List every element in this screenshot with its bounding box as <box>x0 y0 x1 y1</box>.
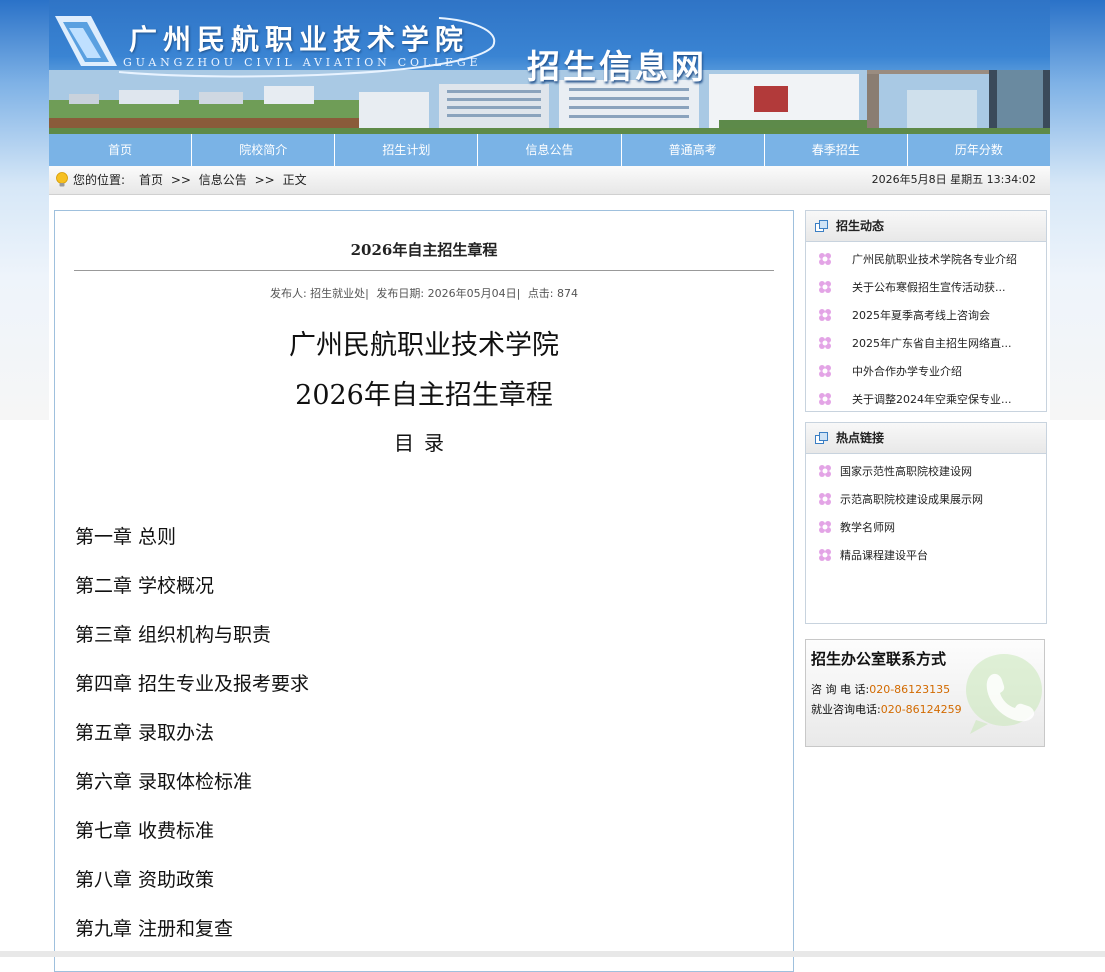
nav-announcements[interactable]: 信息公告 <box>478 134 622 166</box>
news-list: 广州民航职业技术学院各专业介绍 关于公布寒假招生宣传活动获... 2025年夏季… <box>806 242 1046 414</box>
breadcrumb-current: 正文 <box>282 173 307 187</box>
hot-link[interactable]: 教学名师网 <box>840 514 895 542</box>
flower-icon <box>819 253 831 265</box>
news-link[interactable]: 2025年夏季高考线上咨询会 <box>852 302 1038 330</box>
chapter-list: 第一章 总则 第二章 学校概况 第三章 组织机构与职责 第四章 招生专业及报考要… <box>75 522 775 963</box>
article-publisher: 发布人: 招生就业处| <box>269 287 369 300</box>
nav-spring-enrollment[interactable]: 春季招生 <box>765 134 908 166</box>
hot-link-item[interactable]: 教学名师网 <box>806 514 1046 542</box>
article-date: 发布日期: 2026年05月04日| <box>376 287 521 300</box>
chapter-item: 第二章 学校概况 <box>75 575 215 597</box>
news-link[interactable]: 广州民航职业技术学院各专业介绍 <box>852 246 1038 274</box>
news-header: 招生动态 <box>806 211 1046 242</box>
nav-past-scores[interactable]: 历年分数 <box>908 134 1050 166</box>
chapter-item: 第一章 总则 <box>75 526 177 548</box>
window-icon <box>815 220 828 232</box>
lightbulb-icon <box>56 172 68 187</box>
flower-icon <box>819 549 831 561</box>
hot-link-item[interactable]: 国家示范性高职院校建设网 <box>806 458 1046 486</box>
page-container: 广州民航职业技术学院 GUANGZHOU CIVIL AVIATION COLL… <box>49 0 1050 972</box>
phone-icon <box>966 654 1042 734</box>
nav-home[interactable]: 首页 <box>49 134 193 166</box>
hot-links-header: 热点链接 <box>806 423 1046 454</box>
flower-icon <box>819 281 831 293</box>
chapter-item: 第五章 录取办法 <box>75 722 215 744</box>
job-phone-row: 就业咨询电话:020-86124259 <box>811 701 962 717</box>
news-box: 招生动态 广州民航职业技术学院各专业介绍 关于公布寒假招生宣传活动获... 20… <box>805 210 1047 412</box>
college-name-en: GUANGZHOU CIVIL AVIATION COLLEGE <box>123 56 482 69</box>
article-panel: 2026年自主招生章程 发布人: 招生就业处| 发布日期: 2026年05月04… <box>54 210 794 972</box>
news-item[interactable]: 广州民航职业技术学院各专业介绍 <box>806 246 1046 274</box>
toc-heading: 目录 <box>394 431 454 455</box>
news-item[interactable]: 中外合作办学专业介绍 <box>806 358 1046 386</box>
hot-link-item[interactable]: 示范高职院校建设成果展示网 <box>806 486 1046 514</box>
consult-phone-number: 020-86123135 <box>869 683 951 696</box>
news-item[interactable]: 2025年广东省自主招生网络直... <box>806 330 1046 358</box>
title-divider <box>74 270 774 271</box>
window-icon <box>815 432 828 444</box>
news-item[interactable]: 2025年夏季高考线上咨询会 <box>806 302 1046 330</box>
nav-general-exam[interactable]: 普通高考 <box>622 134 765 166</box>
flower-icon <box>819 337 831 349</box>
consult-phone-row: 咨 询 电 话:020-86123135 <box>811 681 950 697</box>
hot-link[interactable]: 国家示范性高职院校建设网 <box>840 458 972 486</box>
chapter-item: 第八章 资助政策 <box>75 869 215 891</box>
news-link[interactable]: 关于公布寒假招生宣传活动获... <box>852 274 1038 302</box>
contact-title: 招生办公室联系方式 <box>811 650 947 668</box>
flower-icon <box>819 465 831 477</box>
site-name: 招生信息网 <box>527 47 707 86</box>
news-title: 招生动态 <box>836 219 885 233</box>
main-nav: 首页 院校简介 招生计划 信息公告 普通高考 春季招生 历年分数 <box>49 134 1050 166</box>
chapter-item: 第七章 收费标准 <box>75 820 215 842</box>
college-name-cn: 广州民航职业技术学院 <box>129 23 470 56</box>
article-title: 2026年自主招生章程 <box>350 241 498 259</box>
job-phone-label: 就业咨询电话: <box>811 703 881 716</box>
flower-icon <box>819 365 831 377</box>
nav-college-intro[interactable]: 院校简介 <box>192 134 336 166</box>
nav-enrollment-plan[interactable]: 招生计划 <box>335 134 479 166</box>
document-title-line1: 广州民航职业技术学院 <box>289 330 559 361</box>
news-link[interactable]: 中外合作办学专业介绍 <box>852 358 1038 386</box>
news-item[interactable]: 关于调整2024年空乘空保专业... <box>806 386 1046 414</box>
hot-link[interactable]: 示范高职院校建设成果展示网 <box>840 486 983 514</box>
contact-box: 招生办公室联系方式 咨 询 电 话:020-86123135 就业咨询电话:02… <box>805 639 1045 747</box>
location-bar: 您的位置: 首页 >> 信息公告 >> 正文 2026年5月8日 星期五 13:… <box>49 166 1050 195</box>
hot-link-item[interactable]: 精品课程建设平台 <box>806 542 1046 570</box>
hot-links-list: 国家示范性高职院校建设网 示范高职院校建设成果展示网 教学名师网 精品课程建设平… <box>806 454 1046 570</box>
location-label: 您的位置: <box>73 173 126 187</box>
flower-icon <box>819 493 831 505</box>
flower-icon <box>819 309 831 321</box>
chapter-item: 第三章 组织机构与职责 <box>75 624 272 646</box>
flower-icon <box>819 521 831 533</box>
consult-phone-label: 咨 询 电 话: <box>811 683 870 696</box>
hot-links-box: 热点链接 国家示范性高职院校建设网 示范高职院校建设成果展示网 教学名师网 精品… <box>805 422 1047 624</box>
job-phone-number: 020-86124259 <box>880 703 962 716</box>
news-link[interactable]: 关于调整2024年空乘空保专业... <box>852 386 1038 414</box>
breadcrumb-separator: >> <box>254 173 275 187</box>
breadcrumb-announcements[interactable]: 信息公告 <box>199 173 247 187</box>
breadcrumb-separator: >> <box>170 173 191 187</box>
header-banner: 广州民航职业技术学院 GUANGZHOU CIVIL AVIATION COLL… <box>49 0 1050 134</box>
flower-icon <box>819 393 831 405</box>
news-item[interactable]: 关于公布寒假招生宣传活动获... <box>806 274 1046 302</box>
article-clicks: 点击: 874 <box>527 287 579 300</box>
document-title-line2: 2026年自主招生章程 <box>295 380 553 411</box>
news-link[interactable]: 2025年广东省自主招生网络直... <box>852 330 1038 358</box>
chapter-item: 第四章 招生专业及报考要求 <box>75 673 310 695</box>
article-meta: 发布人: 招生就业处| 发布日期: 2026年05月04日| 点击: 874 <box>55 285 793 301</box>
current-datetime: 2026年5月8日 星期五 13:34:02 <box>871 173 1036 186</box>
hot-links-title: 热点链接 <box>836 431 885 445</box>
horizontal-scrollbar[interactable] <box>0 951 1105 957</box>
breadcrumb-home[interactable]: 首页 <box>139 173 163 187</box>
breadcrumb: 首页 >> 信息公告 >> 正文 <box>139 166 311 194</box>
chapter-item: 第六章 录取体检标准 <box>75 771 253 793</box>
hot-link[interactable]: 精品课程建设平台 <box>840 542 928 570</box>
